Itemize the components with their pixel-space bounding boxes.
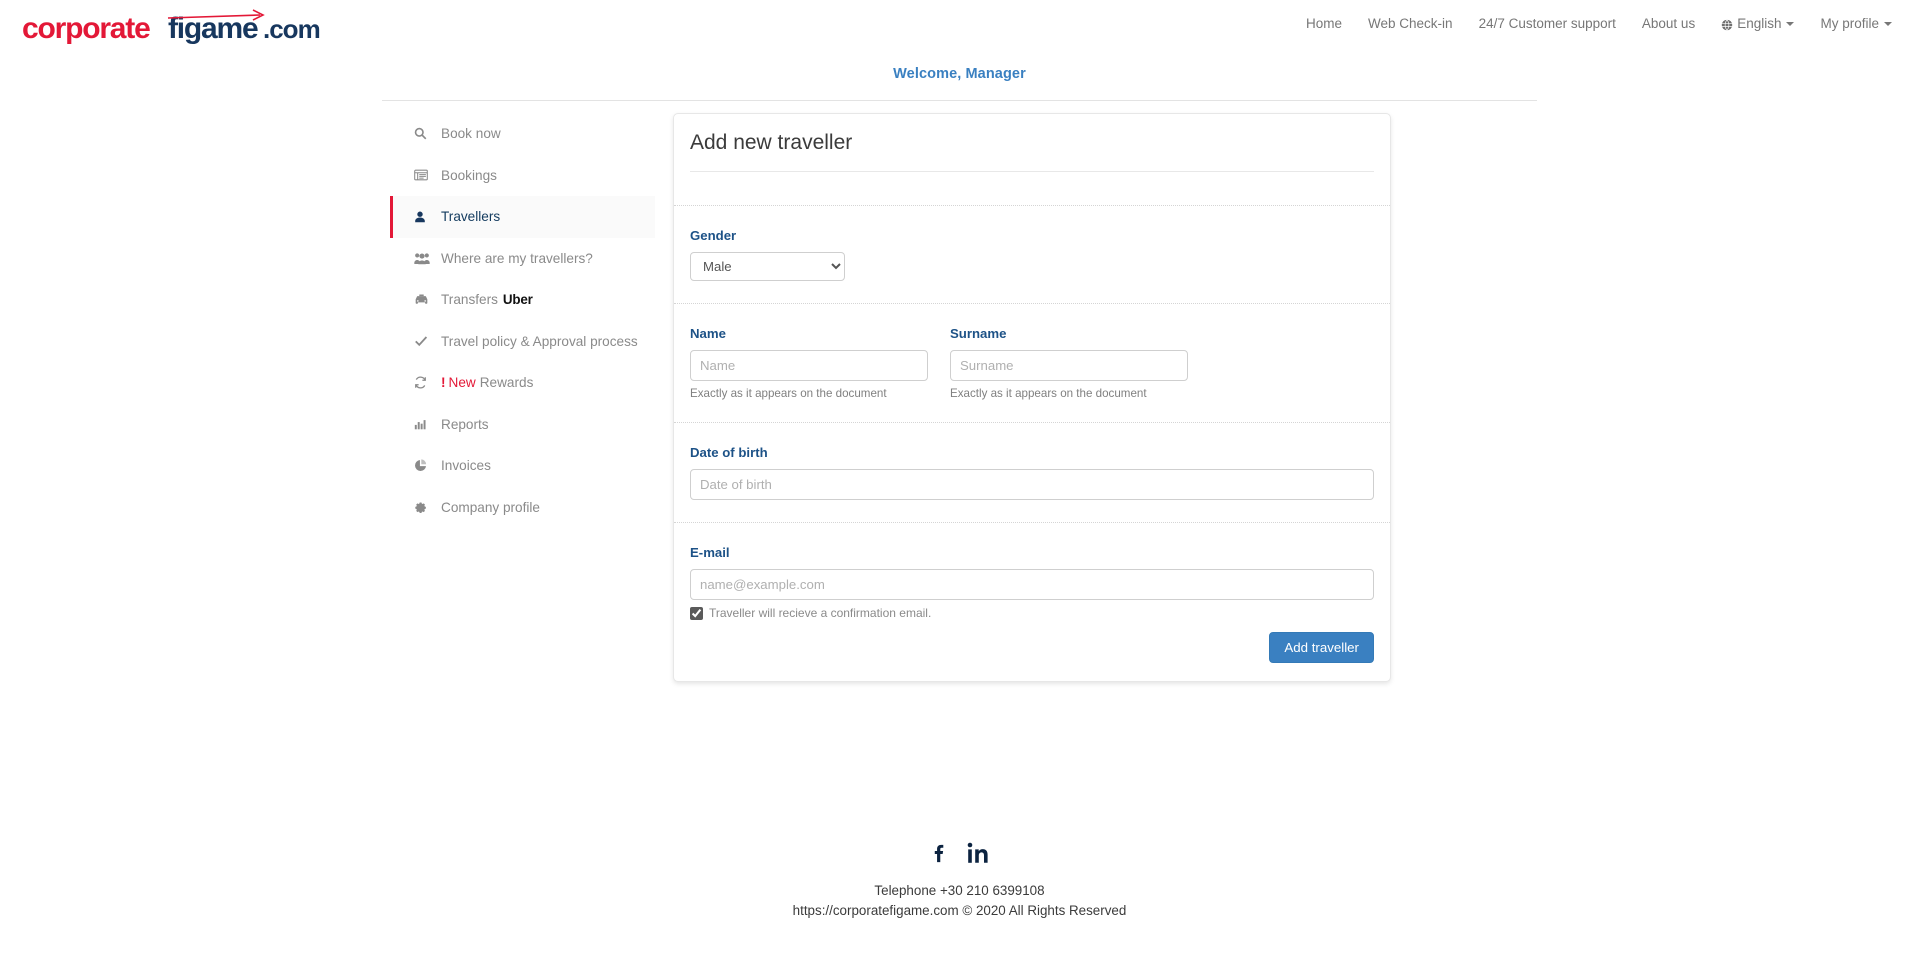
nav-link-web-check-in[interactable]: Web Check-in [1355, 16, 1466, 31]
top-nav-links: Home Web Check-in 24/7 Customer support … [1293, 16, 1905, 31]
footer-copyright: https://corporatefigame.com © 2020 All R… [792, 903, 1127, 918]
social-links [0, 841, 1919, 865]
card-spacer [674, 172, 1390, 205]
top-navigation-bar: corporate figame .com Home Web Check-in … [0, 0, 1919, 56]
submit-row: Add traveller [674, 624, 1390, 681]
confirmation-email-row: Traveller will recieve a confirmation em… [674, 606, 1390, 624]
nav-my-profile[interactable]: My profile [1807, 16, 1905, 31]
card-title: Add new traveller [690, 131, 853, 154]
surname-help-text: Exactly as it appears on the document [950, 387, 1147, 400]
sidebar-item-invoices[interactable]: Invoices [390, 445, 655, 487]
sidebar-menu: Book now Bookings Travellers Where are m… [390, 113, 655, 528]
sidebar-label-transfers: Transfers [441, 292, 498, 308]
chevron-down-icon [1786, 21, 1795, 26]
sidebar-item-bookings[interactable]: Bookings [390, 155, 655, 197]
welcome-message: Welcome, Manager [893, 66, 1026, 82]
search-icon [414, 127, 432, 140]
date-of-birth-label: Date of birth [690, 445, 768, 460]
surname-label: Surname [950, 326, 1007, 341]
sidebar-item-travellers[interactable]: Travellers [390, 196, 655, 238]
add-traveller-card: Add new traveller Gender Male Female Nam… [673, 113, 1391, 682]
rewards-alert-icon: ! [441, 375, 446, 391]
sidebar-label-where-are-my-travellers: Where are my travellers? [441, 250, 593, 266]
linkedin-icon[interactable] [966, 841, 990, 865]
welcome-section: Welcome, Manager [0, 56, 1919, 101]
date-of-birth-row: Date of birth [674, 422, 1390, 522]
sidebar-label-reports: Reports [441, 416, 489, 432]
nav-link-web-check-in-label: Web Check-in [1368, 16, 1453, 31]
email-label: E-mail [690, 545, 730, 560]
sidebar-label-travel-policy: Travel policy & Approval process [441, 333, 638, 349]
confirmation-email-checkbox[interactable] [690, 606, 703, 620]
nav-link-home[interactable]: Home [1293, 16, 1355, 31]
facebook-icon[interactable] [929, 841, 951, 865]
sidebar-label-book-now: Book now [441, 126, 501, 142]
check-icon [414, 334, 432, 348]
svg-text:.com: .com [263, 14, 320, 44]
bar-chart-icon [414, 418, 432, 431]
nav-link-home-label: Home [1306, 16, 1343, 31]
sidebar-label-company-profile: Company profile [441, 499, 540, 515]
name-label: Name [690, 326, 726, 341]
email-row: E-mail [674, 522, 1390, 606]
surname-field-group: Surname Exactly as it appears on the doc… [950, 326, 1188, 400]
sidebar-item-transfers[interactable]: Transfers Uber [390, 279, 655, 321]
nav-language-selector[interactable]: English [1708, 16, 1807, 31]
footer-telephone: Telephone +30 210 6399108 [874, 883, 1045, 898]
globe-icon [1721, 19, 1733, 31]
nav-link-about-us[interactable]: About us [1629, 16, 1708, 31]
email-input[interactable] [690, 569, 1374, 600]
name-surname-row: Name Exactly as it appears on the docume… [674, 303, 1390, 422]
gear-icon [414, 501, 432, 514]
rewards-new-badge: New [448, 375, 476, 391]
chevron-down-icon [1884, 21, 1892, 26]
sidebar-item-reports[interactable]: Reports [390, 404, 655, 446]
nav-link-about-us-label: About us [1641, 16, 1696, 31]
confirmation-email-label: Traveller will recieve a confirmation em… [709, 606, 932, 620]
date-of-birth-input[interactable] [690, 469, 1374, 500]
sidebar-label-travellers: Travellers [441, 209, 501, 225]
sidebar-item-travel-policy[interactable]: Travel policy & Approval process [390, 321, 655, 363]
nav-link-customer-support[interactable]: 24/7 Customer support [1466, 16, 1629, 31]
svg-text:corporate: corporate [22, 12, 150, 45]
uber-badge: Uber [502, 292, 533, 308]
taxi-icon [414, 294, 432, 306]
gender-row: Gender Male Female [674, 205, 1390, 303]
name-input[interactable] [690, 350, 928, 381]
user-icon [414, 211, 432, 223]
nav-language-label: English [1737, 16, 1782, 31]
pie-chart-icon [414, 459, 432, 472]
refresh-icon [414, 376, 432, 389]
name-help-text: Exactly as it appears on the document [690, 387, 887, 400]
sidebar-label-invoices: Invoices [441, 458, 491, 474]
sidebar-item-where-are-my-travellers[interactable]: Where are my travellers? [390, 238, 655, 280]
page-footer: Telephone +30 210 6399108 https://corpor… [0, 841, 1919, 921]
sidebar-item-company-profile[interactable]: Company profile [390, 487, 655, 529]
list-alt-icon [414, 168, 432, 182]
gender-select[interactable]: Male Female [690, 252, 845, 281]
surname-input[interactable] [950, 350, 1188, 381]
sidebar-item-book-now[interactable]: Book now [390, 113, 655, 155]
add-traveller-button[interactable]: Add traveller [1269, 632, 1374, 663]
users-icon [414, 252, 432, 265]
nav-my-profile-label: My profile [1820, 16, 1879, 31]
gender-label: Gender [690, 228, 737, 243]
nav-link-customer-support-label: 24/7 Customer support [1478, 16, 1616, 31]
sidebar-item-rewards[interactable]: ! New Rewards [390, 362, 655, 404]
site-logo[interactable]: corporate figame .com [20, 8, 321, 48]
sidebar-label-bookings: Bookings [441, 167, 497, 183]
page-body: Book now Bookings Travellers Where are m… [0, 101, 1919, 918]
name-field-group: Name Exactly as it appears on the docume… [690, 326, 928, 400]
sidebar-label-rewards: Rewards [479, 375, 534, 391]
